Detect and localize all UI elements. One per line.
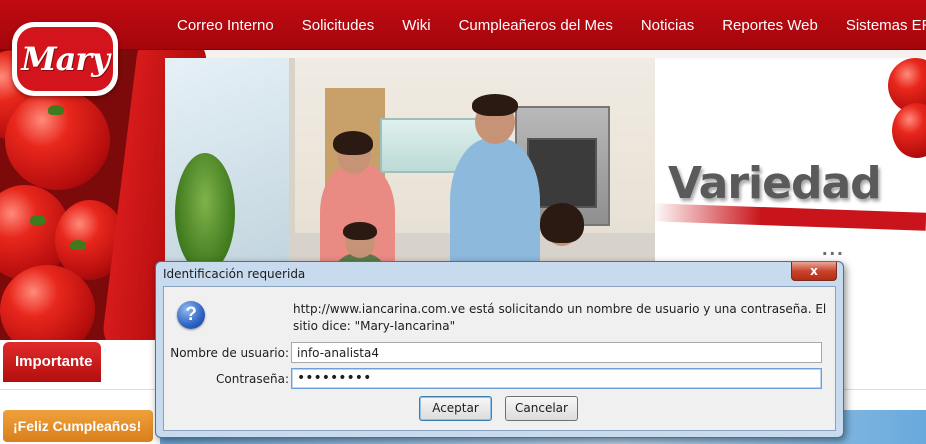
- nav-item-reportes-web[interactable]: Reportes Web: [722, 17, 818, 34]
- top-navigation-bar: Correo Interno Solicitudes Wiki Cumpleañ…: [0, 0, 926, 50]
- person-hair: [540, 203, 584, 243]
- plant-shape: [175, 153, 235, 273]
- tomato-stem: [70, 240, 86, 250]
- auth-message: http://www.iancarina.com.ve está solicit…: [293, 302, 827, 333]
- nav-item-cumpleaneros[interactable]: Cumpleañeros del Mes: [459, 17, 613, 34]
- banner-headline: Variedad: [668, 158, 882, 209]
- close-icon: x: [810, 264, 818, 278]
- mary-logo[interactable]: Mary: [12, 22, 118, 96]
- dialog-title: Identificación requerida: [163, 267, 306, 281]
- person-hair: [333, 131, 373, 155]
- password-input[interactable]: •••••••••: [291, 368, 822, 389]
- tomato-stem: [30, 215, 46, 225]
- nav-item-sistemas-erp[interactable]: Sistemas ERP: [846, 17, 926, 34]
- username-input[interactable]: [291, 342, 822, 363]
- close-button[interactable]: x: [791, 262, 837, 281]
- nav-item-correo-interno[interactable]: Correo Interno: [177, 17, 274, 34]
- nav-item-noticias[interactable]: Noticias: [641, 17, 694, 34]
- question-icon: ?: [177, 301, 205, 329]
- birthday-section-header: ¡Feliz Cumpleaños!: [3, 410, 153, 442]
- logo-badge: Mary: [17, 27, 113, 91]
- tomato-stem: [48, 105, 64, 115]
- tomato-shape: [892, 103, 926, 158]
- nav-item-wiki[interactable]: Wiki: [402, 17, 430, 34]
- accept-button[interactable]: Aceptar: [419, 396, 492, 421]
- nav-item-solicitudes[interactable]: Solicitudes: [302, 17, 375, 34]
- auth-dialog: Identificación requerida x ? http://www.…: [155, 261, 844, 438]
- main-nav: Correo Interno Solicitudes Wiki Cumpleañ…: [163, 0, 926, 50]
- importante-tab[interactable]: Importante: [3, 342, 101, 382]
- password-label: Contraseña:: [216, 372, 289, 386]
- person-hair: [343, 222, 377, 240]
- logo-text: Mary: [21, 40, 110, 78]
- person-hair: [472, 94, 518, 116]
- banner-dots: ...: [822, 238, 845, 260]
- dialog-body: ? http://www.iancarina.com.ve está solic…: [163, 286, 836, 431]
- cancel-button[interactable]: Cancelar: [505, 396, 578, 421]
- username-label: Nombre de usuario:: [170, 346, 289, 360]
- person-man: [450, 138, 540, 278]
- tomatoes-image-right: [880, 58, 926, 178]
